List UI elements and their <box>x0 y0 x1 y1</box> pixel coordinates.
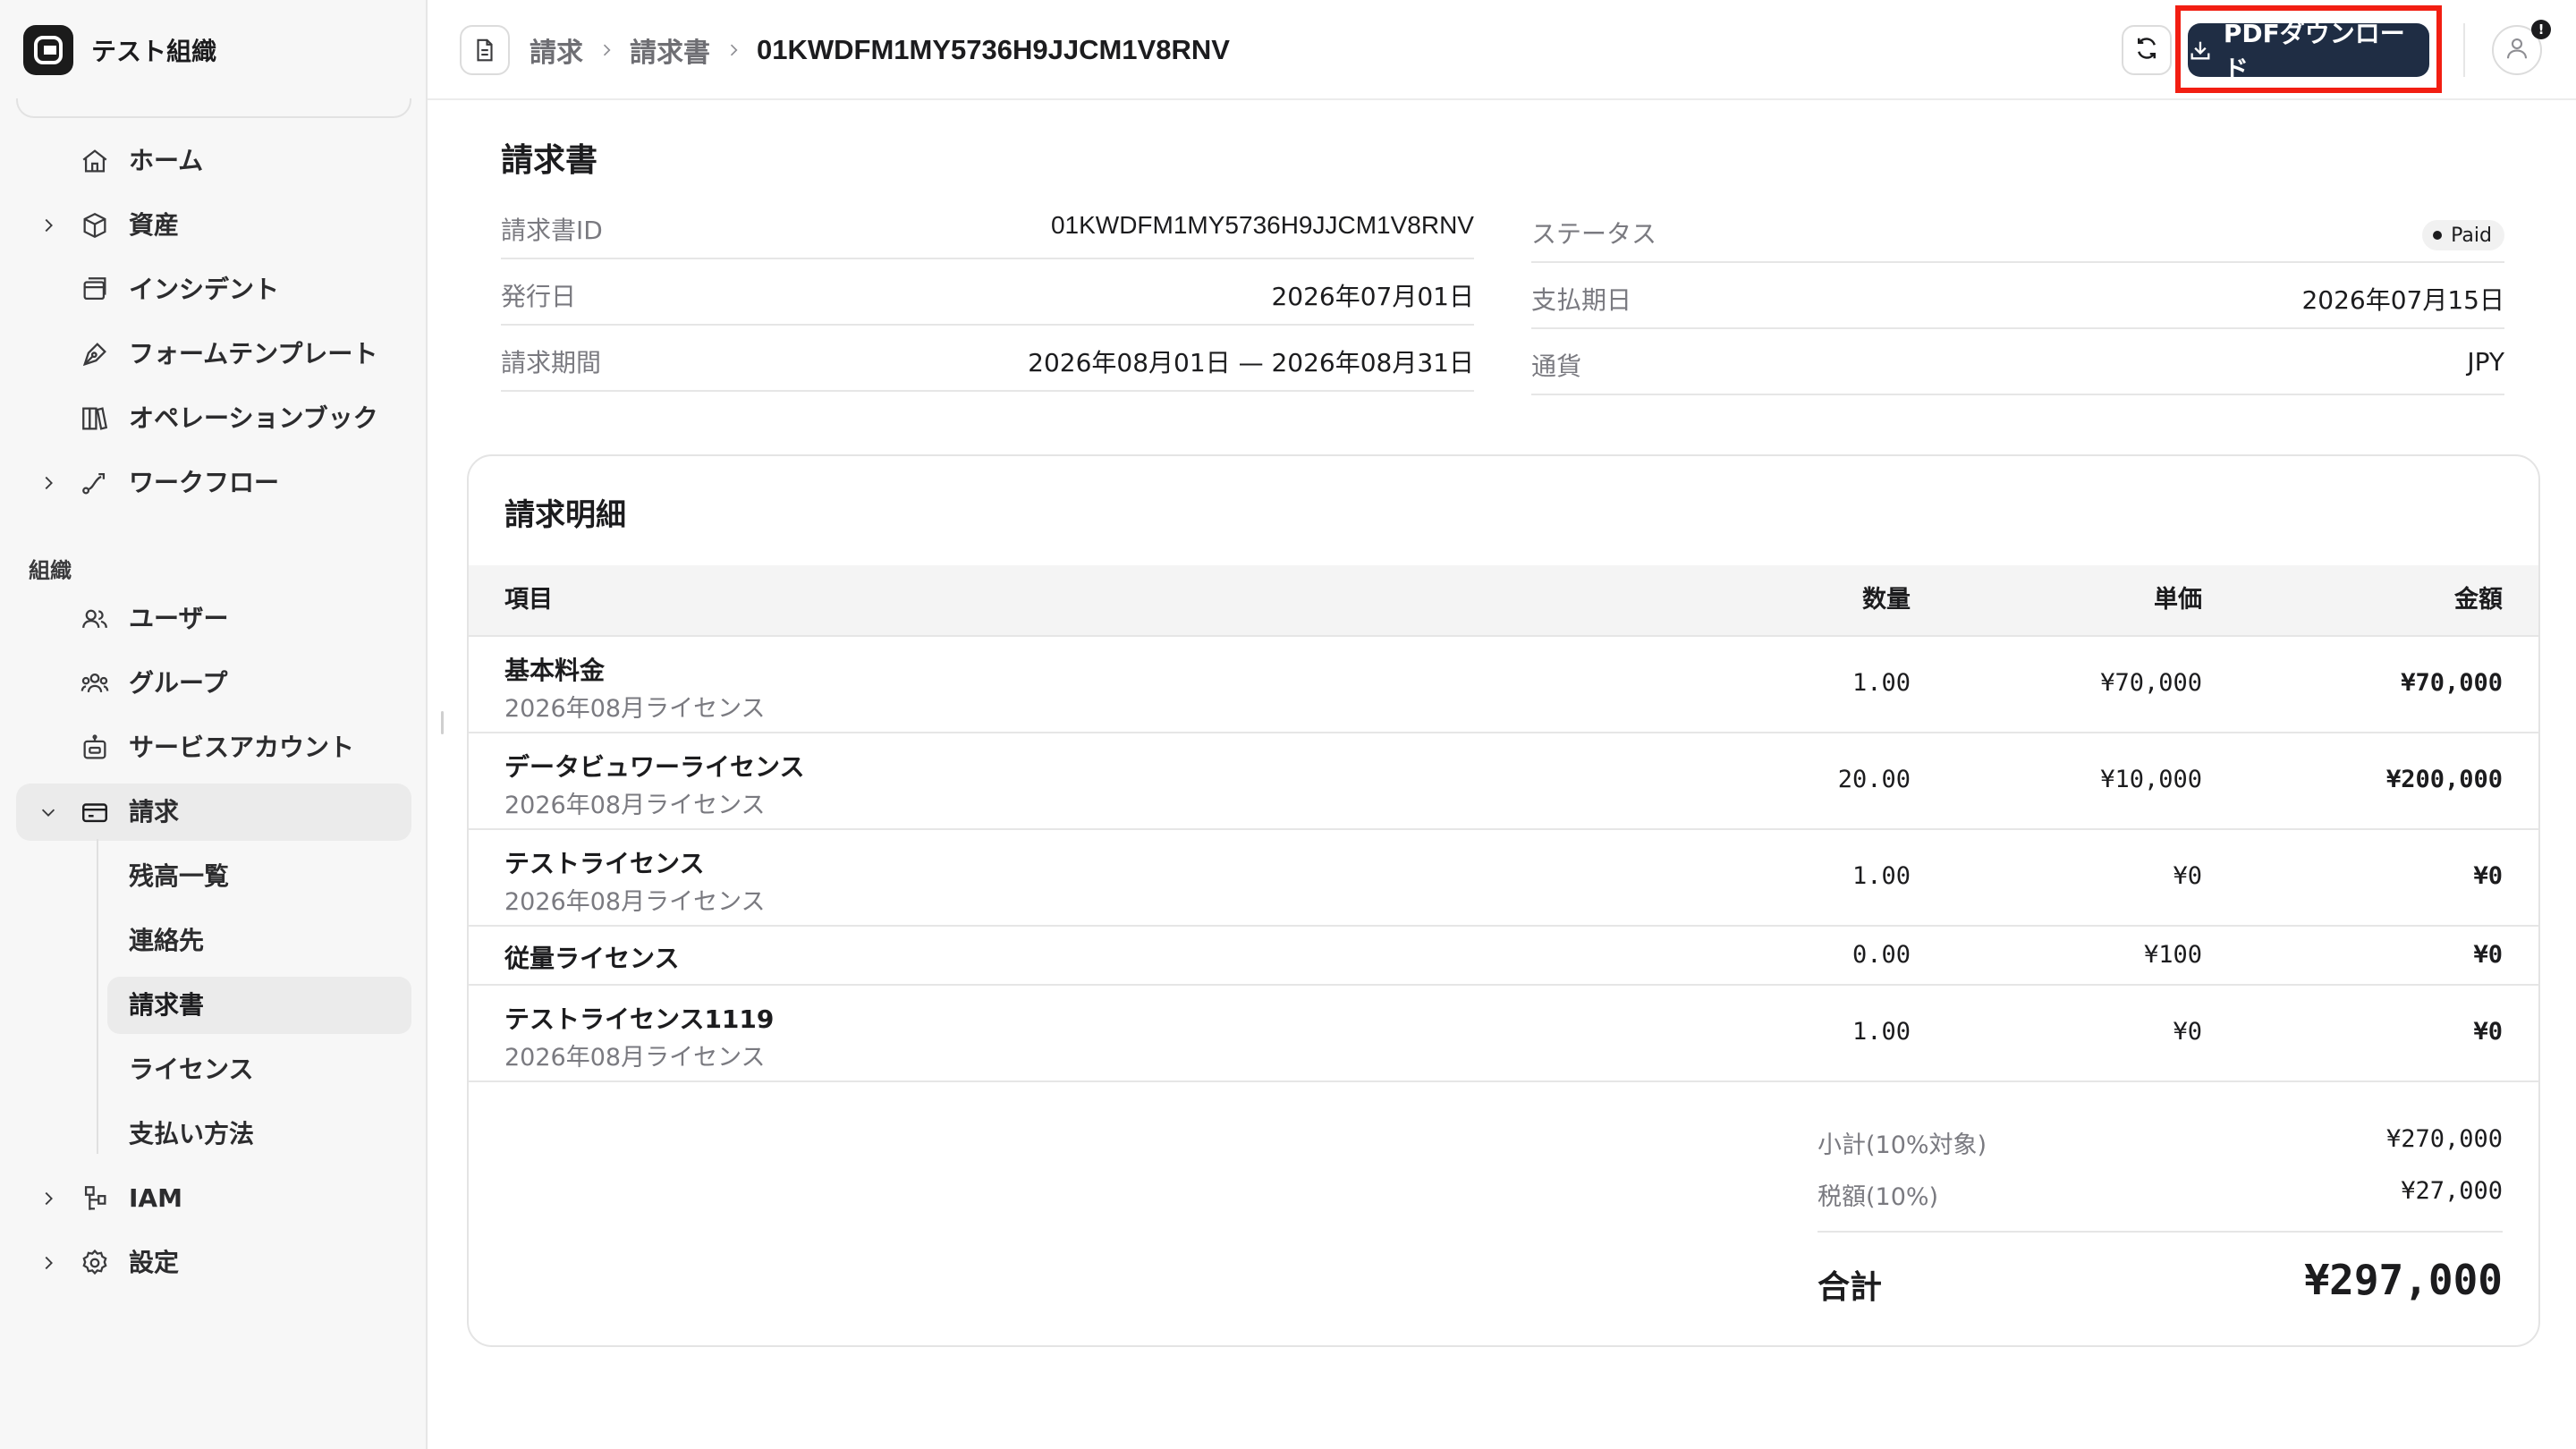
sidebar-item-home[interactable]: ホーム <box>16 132 411 190</box>
chevron-right-icon[interactable] <box>36 470 61 496</box>
workflow-icon <box>79 467 111 499</box>
info-row-issue-date: 発行日 2026年07月01日 <box>501 259 1474 326</box>
sidebar-item-workflow[interactable]: ワークフロー <box>16 454 411 512</box>
status-dot-icon <box>2433 231 2443 240</box>
sidebar-item-form-templates[interactable]: フォームテンプレート <box>16 326 411 383</box>
table-row: テストライセンス 2026年08月ライセンス 1.00 ¥0 ¥0 <box>469 830 2538 927</box>
sidebar-subitem-licenses[interactable]: ライセンス <box>107 1041 411 1098</box>
tax-value: ¥27,000 <box>2401 1177 2503 1205</box>
pdf-download-button[interactable]: PDFダウンロード <box>2188 19 2429 84</box>
bot-icon <box>79 732 111 764</box>
info-row-status: ステータス Paid <box>1531 197 2504 263</box>
chevron-right-icon[interactable] <box>36 1186 61 1211</box>
section-label-organization: 組織 <box>29 558 72 583</box>
breadcrumb-invoices[interactable]: 請求書 <box>630 30 710 70</box>
group-icon <box>79 667 111 699</box>
table-row: 従量ライセンス 0.00 ¥100 ¥0 <box>469 927 2538 986</box>
sidebar-item-groups[interactable]: グループ <box>16 655 411 712</box>
page-title: 請求書 <box>501 142 598 179</box>
sidebar-item-assets[interactable]: 資産 <box>16 197 411 254</box>
iam-icon <box>79 1182 111 1215</box>
column-header-unit-price: 単価 <box>2154 586 2202 614</box>
column-header-item: 項目 <box>504 586 553 614</box>
total-label: 合計 <box>1818 1269 1883 1306</box>
chevron-down-icon[interactable] <box>36 800 61 825</box>
breadcrumb: 請求 請求書 01KWDFM1MY5736H9JJCM1V8RNV <box>530 25 1230 75</box>
sidebar-subitem-invoices[interactable]: 請求書 <box>107 977 411 1034</box>
sidebar-subitem-payment-methods[interactable]: 支払い方法 <box>107 1106 411 1163</box>
table-row: データビュワーライセンス 2026年08月ライセンス 20.00 ¥10,000… <box>469 733 2538 830</box>
sidebar-item-billing[interactable]: 請求 <box>16 784 411 841</box>
refresh-icon <box>2133 35 2160 65</box>
sidebar-item-iam[interactable]: IAM <box>16 1170 411 1227</box>
table-header: 項目 数量 単価 金額 <box>469 565 2538 637</box>
document-icon[interactable] <box>460 25 510 75</box>
total-value: ¥297,000 <box>2304 1256 2503 1304</box>
billing-icon <box>79 796 111 828</box>
table-row: 基本料金 2026年08月ライセンス 1.00 ¥70,000 ¥70,000 <box>469 637 2538 733</box>
sidebar-subitem-contacts[interactable]: 連絡先 <box>107 912 411 970</box>
sidebar-item-users[interactable]: ユーザー <box>16 590 411 648</box>
sidebar-item-incidents[interactable]: インシデント <box>16 261 411 318</box>
column-header-amount: 金額 <box>2454 586 2503 614</box>
window-icon <box>79 274 111 306</box>
users-icon <box>79 603 111 635</box>
header-divider <box>2463 23 2465 77</box>
refresh-button[interactable] <box>2122 25 2172 75</box>
breadcrumb-current: 01KWDFM1MY5736H9JJCM1V8RNV <box>757 34 1230 65</box>
user-icon <box>2504 35 2530 65</box>
gear-icon <box>79 1247 111 1279</box>
chevron-right-icon[interactable] <box>36 1250 61 1275</box>
pen-icon <box>79 338 111 370</box>
sidebar-subitem-balances[interactable]: 残高一覧 <box>107 848 411 905</box>
chevron-right-icon <box>724 41 742 59</box>
org-logo-icon <box>23 25 73 75</box>
sidebar-item-service-accounts[interactable]: サービスアカウント <box>16 719 411 776</box>
home-icon <box>79 145 111 177</box>
info-row-billing-period: 請求期間 2026年08月01日 — 2026年08月31日 <box>501 326 1474 392</box>
top-bar: 請求 請求書 01KWDFM1MY5736H9JJCM1V8RNV PDFダウン… <box>428 0 2576 100</box>
submenu-guide-line <box>97 839 98 1154</box>
sidebar-resize-handle[interactable] <box>441 711 444 734</box>
chevron-right-icon[interactable] <box>36 213 61 238</box>
subtotal-label: 小計(10%対象) <box>1818 1131 1987 1159</box>
info-row-due-date: 支払期日 2026年07月15日 <box>1531 263 2504 329</box>
info-row-currency: 通貨 JPY <box>1531 329 2504 395</box>
column-header-quantity: 数量 <box>1862 586 1911 614</box>
info-row-invoice-id: 請求書ID 01KWDFM1MY5736H9JJCM1V8RNV <box>501 193 1474 259</box>
download-icon <box>2190 41 2210 60</box>
total-divider <box>1818 1231 2503 1233</box>
sidebar-search-edge <box>16 98 411 118</box>
pdf-download-label: PDFダウンロード <box>2223 19 2405 84</box>
sidebar: テスト組織 ホーム 資産 インシデント フォームテンプレート オペレーションブッ… <box>0 0 428 1449</box>
notification-badge: ! <box>2531 20 2551 39</box>
sidebar-item-operation-books[interactable]: オペレーションブック <box>16 390 411 447</box>
table-row: テストライセンス1119 2026年08月ライセンス 1.00 ¥0 ¥0 <box>469 986 2538 1082</box>
card-title: 請求明細 <box>504 497 626 533</box>
org-switcher[interactable]: テスト組織 <box>23 25 216 75</box>
tax-label: 税額(10%) <box>1818 1183 1939 1211</box>
sidebar-item-settings[interactable]: 設定 <box>16 1234 411 1292</box>
books-icon <box>79 402 111 435</box>
status-badge: Paid <box>2422 220 2504 250</box>
cube-icon <box>79 209 111 242</box>
chevron-right-icon <box>597 41 615 59</box>
subtotal-value: ¥270,000 <box>2385 1125 2503 1153</box>
org-name: テスト組織 <box>91 37 217 66</box>
invoice-details-card: 請求明細 項目 数量 単価 金額 基本料金 2026年08月ライセンス 1.00… <box>467 454 2540 1347</box>
breadcrumb-billing[interactable]: 請求 <box>530 30 583 70</box>
